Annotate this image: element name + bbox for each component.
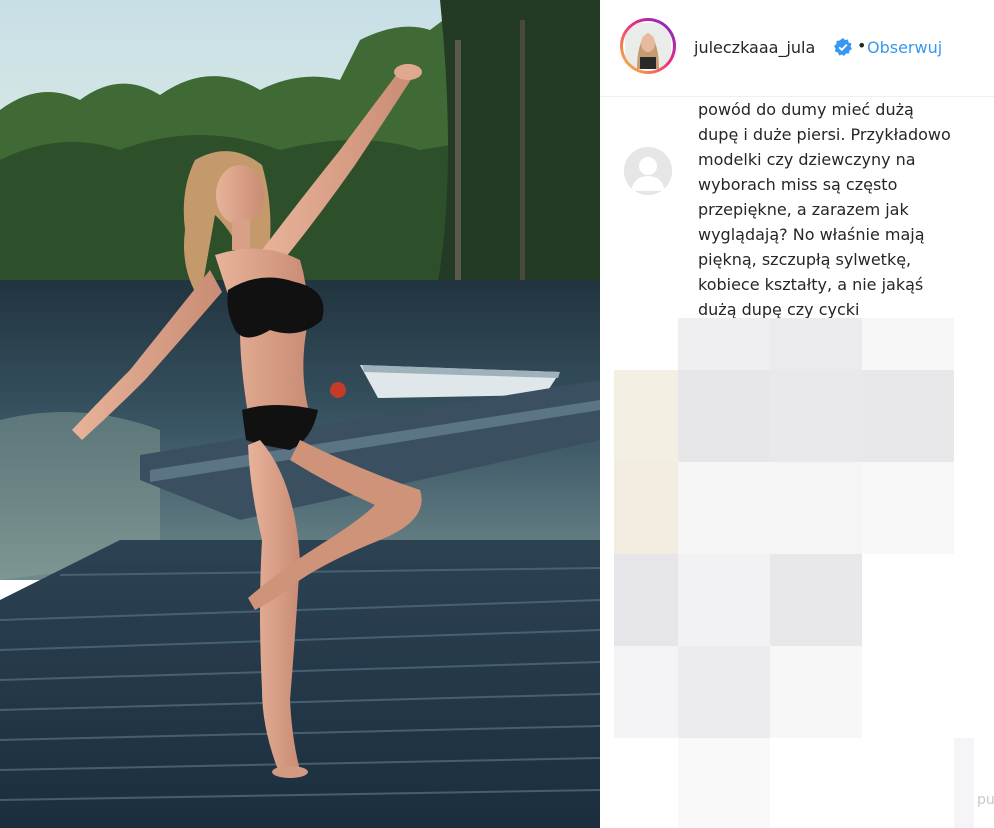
blur-block (614, 462, 678, 554)
post-header: juleczkaaa_jula • Obserwuj (600, 0, 994, 97)
blur-block (862, 462, 954, 554)
post-photo[interactable] (0, 0, 600, 828)
comment-line: dużą dupę czy cycki (698, 300, 860, 319)
blur-block (862, 370, 954, 462)
blur-block (678, 738, 770, 828)
blur-block (678, 318, 770, 370)
blur-block (678, 646, 770, 738)
follow-button[interactable]: Obserwuj (867, 38, 942, 57)
blur-block (770, 646, 862, 738)
comment-line: wyglądają? No właśnie mają (698, 225, 925, 244)
pixelated-comments-blur (614, 318, 994, 828)
default-avatar-icon[interactable] (624, 147, 672, 195)
blur-block (678, 554, 770, 646)
blur-block (770, 318, 862, 370)
blur-block (954, 738, 974, 828)
post-photo-illustration (0, 0, 600, 828)
author-username[interactable]: juleczkaaa_jula (694, 38, 815, 57)
blur-block (614, 646, 678, 738)
header-separator: • (857, 36, 867, 55)
blur-block (770, 554, 862, 646)
comment-line: piękną, szczupłą sylwetkę, (698, 250, 912, 269)
blur-block (678, 462, 770, 554)
comment-area[interactable]: powód do dumy mieć dużą dupę i duże pier… (600, 97, 994, 319)
verified-badge-icon (834, 38, 852, 56)
partial-text: pu (977, 792, 994, 808)
comment-line: wyborach miss są często (698, 175, 898, 194)
author-avatar[interactable] (620, 18, 676, 74)
blur-block (862, 318, 954, 370)
author-avatar-image (623, 21, 673, 71)
comment-line: modelki czy dziewczyny na (698, 150, 916, 169)
comment-text: powód do dumy mieć dużą dupę i duże pier… (698, 97, 990, 319)
blur-block (614, 370, 678, 462)
comment-line: powód do dumy mieć dużą (698, 100, 914, 119)
blur-block (770, 462, 862, 554)
blur-block (770, 370, 862, 462)
comment-line: kobiece kształty, a nie jakąś (698, 275, 924, 294)
comment-line: przepiękne, a zarazem jak (698, 200, 909, 219)
blur-block (614, 554, 678, 646)
comment-line: dupę i duże piersi. Przykładowo (698, 125, 951, 144)
blur-block (678, 370, 770, 462)
